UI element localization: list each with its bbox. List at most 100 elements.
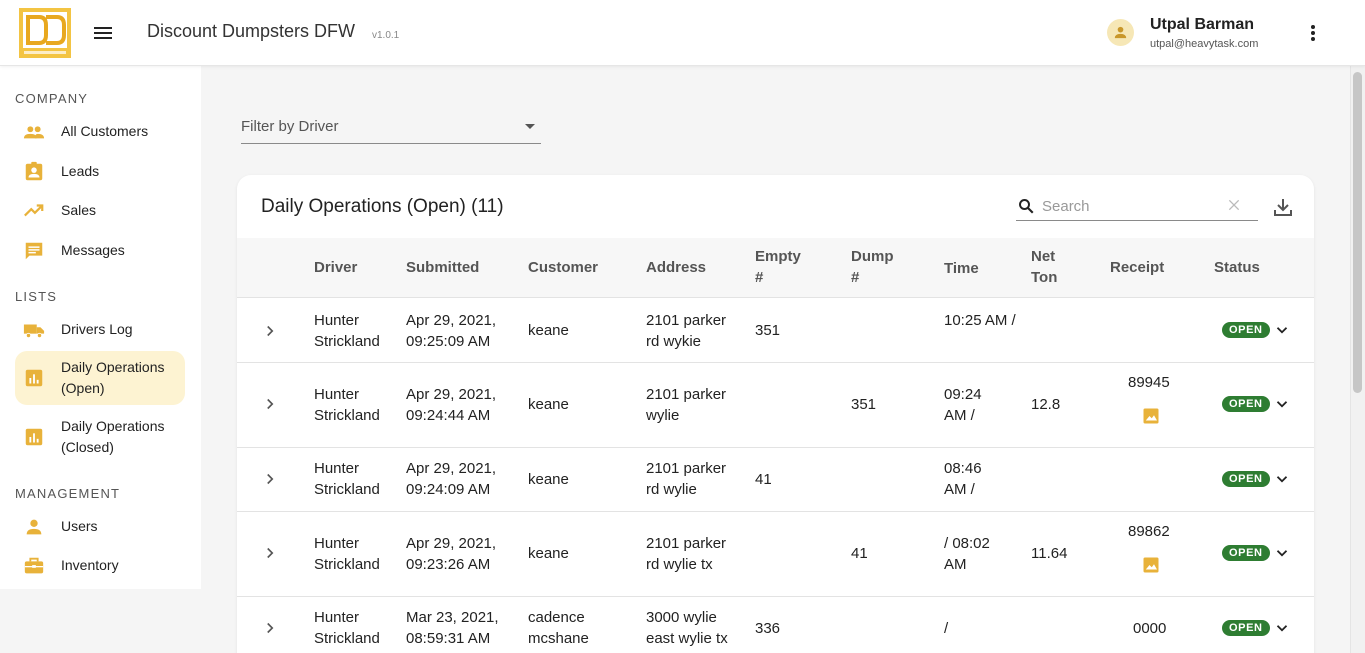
sidebar-item-messages[interactable]: Messages [15, 238, 185, 263]
column-header-customer[interactable]: Customer [528, 257, 598, 278]
cell-driver: Hunter Strickland [314, 460, 380, 498]
sidebar-item-users[interactable]: Users [15, 514, 185, 539]
image-icon[interactable] [1142, 556, 1160, 574]
column-header-receipt[interactable]: Receipt [1110, 257, 1164, 278]
app-version: v1.0.1 [372, 30, 400, 41]
cell-customer: cadence mcshane [528, 609, 589, 647]
table-title: Daily Operations (Open) (11) [261, 196, 504, 217]
sidebar-item-label: Users [61, 518, 98, 534]
person-icon [1114, 26, 1127, 39]
sidebar-item-all-customers[interactable]: All Customers [15, 119, 185, 144]
column-header-status[interactable]: Status [1214, 257, 1260, 278]
cell-address: 2101 parker wylie [646, 386, 727, 424]
briefcase-icon [23, 555, 45, 577]
table-row: Hunter Strickland Apr 29, 2021, 09:24:09… [237, 448, 1314, 512]
cell-address: 2101 parker rd wykie [646, 312, 727, 350]
cell-time: / 08:02 AM [944, 535, 990, 573]
chevron-down-icon[interactable] [1273, 544, 1291, 562]
cell-time: / [944, 620, 949, 637]
sidebar-item-daily-operations-closed[interactable]: Daily Operations (Closed) [15, 410, 185, 464]
column-header-address[interactable]: Address [646, 257, 706, 278]
cell-dump: 41 [851, 545, 868, 562]
status-badge: OPEN [1222, 322, 1270, 338]
close-icon[interactable] [1226, 197, 1242, 213]
cell-driver: Hunter Strickland [314, 386, 380, 424]
sidebar-item-daily-operations-open[interactable]: Daily Operations (Open) [15, 351, 185, 405]
status-badge: OPEN [1222, 396, 1270, 412]
column-header-dump[interactable]: Dump # [851, 246, 899, 288]
cell-customer: keane [528, 396, 569, 413]
chevron-right-icon[interactable] [261, 322, 279, 340]
column-header-submitted[interactable]: Submitted [406, 257, 479, 278]
status-badge: OPEN [1222, 471, 1270, 487]
sidebar-item-leads[interactable]: Leads [15, 159, 185, 184]
cell-customer: keane [528, 545, 569, 562]
trending-up-icon [23, 200, 45, 222]
sidebar-item-label: Daily Operations (Open) [61, 359, 165, 396]
chevron-right-icon[interactable] [261, 470, 279, 488]
column-header-time[interactable]: Time [944, 258, 979, 279]
column-header-driver[interactable]: Driver [314, 257, 357, 278]
sidebar-item-drivers-log[interactable]: Drivers Log [15, 317, 185, 342]
user-name: Utpal Barman [1150, 16, 1255, 33]
driver-filter-select[interactable]: Filter by Driver [241, 106, 541, 144]
table-row: Hunter Strickland Apr 29, 2021, 09:23:26… [237, 512, 1314, 597]
app-title: Discount Dumpsters DFW [147, 21, 356, 41]
cell-submitted: Apr 29, 2021, 09:23:26 AM [406, 535, 497, 573]
cell-address: 2101 parker rd wylie [646, 460, 727, 498]
chevron-down-icon[interactable] [1273, 321, 1291, 339]
page-scrollbar-thumb[interactable] [1353, 72, 1362, 393]
image-icon[interactable] [1142, 407, 1160, 425]
cell-dump: 351 [851, 396, 877, 413]
download-icon[interactable] [1271, 195, 1295, 219]
chevron-right-icon[interactable] [261, 619, 279, 637]
bar-chart-icon [23, 426, 45, 448]
sidebar-item-label: Daily Operations (Closed) [61, 418, 165, 455]
cell-receipt: 89945 [1128, 374, 1170, 391]
sidebar-item-sales[interactable]: Sales [15, 198, 185, 223]
daily-operations-table-card: Daily Operations (Open) (11) Driver Subm… [237, 175, 1314, 653]
table-row: Hunter Strickland Apr 29, 2021, 09:25:09… [237, 299, 1314, 363]
user-email: utpal@heavytask.com [1150, 38, 1259, 50]
cell-time: 10:25 AM / [944, 312, 1016, 329]
sidebar: COMPANY All Customers Leads Sales Messag… [0, 66, 201, 589]
cell-address: 3000 wylie east wylie tx [646, 609, 728, 647]
cell-time: 08:46 AM / [944, 460, 982, 498]
chevron-down-icon[interactable] [1273, 395, 1291, 413]
bar-chart-icon [23, 367, 45, 389]
sidebar-item-label: All Customers [61, 123, 149, 139]
cell-net-ton: 12.8 [1031, 396, 1061, 413]
sidebar-item-label: Sales [61, 202, 97, 218]
cell-address: 2101 parker rd wylie tx [646, 535, 727, 573]
chevron-right-icon[interactable] [261, 544, 279, 562]
more-vert-icon[interactable] [1302, 21, 1324, 45]
search-input[interactable] [1042, 195, 1222, 217]
column-header-net-ton[interactable]: Net Ton [1031, 246, 1071, 288]
sidebar-item-label: Inventory [61, 557, 119, 573]
cell-receipt: 89862 [1128, 523, 1170, 540]
section-label-management: MANAGEMENT [15, 486, 121, 501]
status-badge: OPEN [1222, 545, 1270, 561]
discount-dumpsters-logo[interactable] [19, 8, 71, 58]
column-header-empty[interactable]: Empty # [755, 246, 807, 288]
menu-icon[interactable] [90, 20, 116, 46]
people-icon [23, 121, 45, 143]
cell-driver: Hunter Strickland [314, 609, 380, 647]
table-row: Hunter Strickland Apr 29, 2021, 09:24:44… [237, 363, 1314, 448]
search-field [1016, 192, 1258, 221]
cell-customer: keane [528, 471, 569, 488]
chevron-down-icon[interactable] [1273, 619, 1291, 637]
top-app-bar: Discount Dumpsters DFW v1.0.1 Utpal Barm… [0, 0, 1365, 66]
caret-down-icon [525, 124, 535, 129]
sidebar-item-inventory[interactable]: Inventory [15, 553, 185, 578]
chevron-right-icon[interactable] [261, 395, 279, 413]
avatar[interactable] [1107, 19, 1134, 46]
chevron-down-icon[interactable] [1273, 470, 1291, 488]
cell-customer: keane [528, 322, 569, 339]
status-badge: OPEN [1222, 620, 1270, 636]
cell-empty: 336 [755, 620, 781, 637]
cell-empty: 351 [755, 322, 781, 339]
cell-time: 09:24 AM / [944, 386, 982, 424]
cell-receipt: 0000 [1133, 620, 1167, 637]
cell-submitted: Apr 29, 2021, 09:24:09 AM [406, 460, 497, 498]
